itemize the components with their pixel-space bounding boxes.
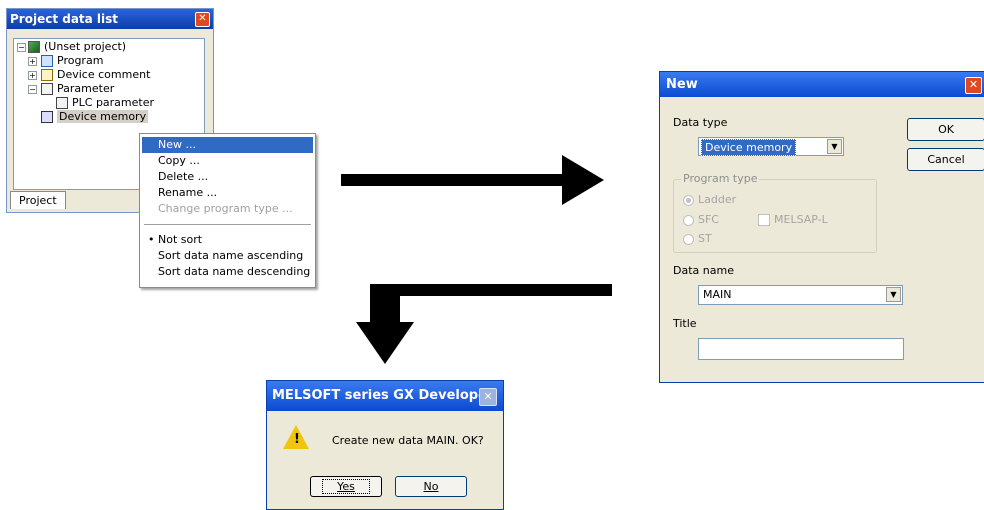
data-type-select[interactable]: Device memory ▼ [698,137,844,156]
data-name-label: Data name [673,264,734,277]
device-comment-icon [41,69,53,81]
radio-button-icon [683,194,694,206]
no-button[interactable]: No [395,476,467,497]
tree-node-program[interactable]: Program [41,54,103,68]
menu-item-change-program-type: Change program type ... [158,202,293,215]
parameter-icon [41,83,53,95]
cancel-button[interactable]: Cancel [907,148,984,171]
title-label: Title [673,317,697,330]
confirm-dialog: MELSOFT series GX Developer ✕ ! Create n… [266,380,504,510]
panel-tabs: Project [10,191,66,210]
new-dialog: New ✕ Data type Device memory ▼ OK Cance… [659,71,984,383]
checkbox-icon [758,214,770,226]
new-dialog-title: New [666,77,698,92]
collapse-icon[interactable]: − [17,43,26,52]
menu-item-copy[interactable]: Copy ... [142,153,313,169]
data-name-value: MAIN [703,288,732,301]
menu-item-delete[interactable]: Delete ... [142,169,313,185]
close-icon[interactable]: ✕ [479,388,497,406]
yes-button[interactable]: Yes [310,476,382,497]
plc-parameter-icon [56,97,68,109]
data-type-label: Data type [673,116,728,129]
expand-icon[interactable]: + [28,57,37,66]
data-name-select[interactable]: MAIN ▼ [698,285,903,305]
title-input[interactable] [698,338,904,360]
radio-ladder: Ladder [683,193,736,206]
chevron-down-icon[interactable]: ▼ [886,287,901,302]
confirm-message: Create new data MAIN. OK? [332,434,484,447]
menu-item-rename[interactable]: Rename ... [142,185,313,201]
tree-node-project[interactable]: (Unset project) [28,40,126,54]
new-dialog-title-bar: New ✕ [660,72,984,97]
confirm-dialog-title-bar: MELSOFT series GX Developer ✕ [267,381,503,411]
menu-item-sort-descending[interactable]: Sort data name descending [142,264,313,280]
program-type-label: Program type [681,172,760,185]
menu-item-not-sort[interactable]: • Not sort [142,232,313,248]
confirm-dialog-title: MELSOFT series GX Developer [272,388,494,403]
close-icon[interactable]: ✕ [965,77,982,94]
program-icon [41,55,53,67]
device-memory-icon [41,111,53,123]
down-arrow-head-icon [356,322,414,364]
tree-node-plc-parameter[interactable]: PLC parameter [56,96,154,110]
tree-node-device-memory[interactable]: Device memory [41,110,149,124]
down-arrow-stem [370,284,400,324]
ok-button[interactable]: OK [907,118,984,141]
menu-item-new[interactable]: New ... [142,137,313,153]
expand-icon[interactable]: + [28,71,37,80]
radio-button-icon [683,233,694,245]
right-arrow-icon [341,174,563,186]
project-panel-title-bar: Project data list ✕ [7,9,213,29]
project-icon [28,41,40,53]
radio-sfc: SFC [683,213,719,226]
close-icon[interactable]: ✕ [195,12,210,27]
context-menu: New ... Copy ... Delete ... Rename ... C… [139,133,316,288]
down-arrow-icon [370,284,612,296]
tab-project[interactable]: Project [10,191,66,209]
project-panel-title: Project data list [10,12,119,26]
data-type-value: Device memory [701,139,797,156]
exclamation-icon: ! [294,432,300,447]
radio-button-icon [683,214,694,226]
right-arrow-head-icon [562,155,604,205]
menu-item-sort-ascending[interactable]: Sort data name ascending [142,248,313,264]
menu-separator [144,224,311,225]
tree-node-parameter[interactable]: Parameter [41,82,114,96]
checkbox-melsap-l: MELSAP-L [758,213,828,226]
chevron-down-icon[interactable]: ▼ [827,139,842,154]
radio-st: ST [683,232,712,245]
tree-node-device-comment[interactable]: Device comment [41,68,150,82]
bullet-icon: • [148,233,155,246]
collapse-icon[interactable]: − [28,85,37,94]
